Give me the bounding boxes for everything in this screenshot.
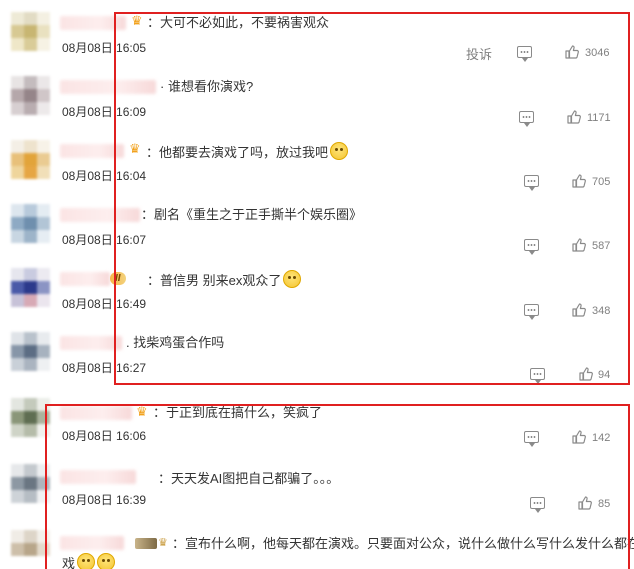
comment-item: ♛ ：大可不必如此，不要祸害观众 08月08日 16:05 投诉 3046	[0, 0, 634, 64]
reply-icon[interactable]	[524, 239, 539, 255]
username-blurred[interactable]	[60, 80, 156, 94]
username-blurred[interactable]	[60, 16, 126, 30]
like-count: 705	[592, 176, 611, 188]
comment-text: ：大可不必如此，不要祸害观众	[147, 15, 330, 30]
like-icon[interactable]	[572, 238, 586, 252]
comment-text: . 找柴鸡蛋合作吗	[126, 335, 225, 350]
comment-text: ：天天发AI图把自己都骗了。。。	[158, 471, 340, 486]
crown-badge-icon: ♛	[131, 13, 143, 28]
reply-icon[interactable]	[524, 175, 539, 191]
blush-emoji-icon	[97, 553, 116, 569]
comment-text: ：他都要去演戏了吗，放过我吧	[146, 142, 349, 162]
avatar[interactable]	[11, 398, 50, 437]
comment-text: ：宣布什么啊，他每天都在演戏。只要面对公众，说什么做什么写什么发什么都在演	[172, 536, 634, 551]
comment-time: 08月08日 16:09	[62, 105, 147, 119]
comment-text: ：剧名《重生之于正手撕半个娱乐圈》	[141, 207, 363, 222]
username-blurred[interactable]	[60, 406, 132, 420]
avatar[interactable]	[11, 530, 50, 568]
grin-emoji-icon	[330, 142, 349, 160]
comment-item: ：天天发AI图把自己都骗了。。。 08月08日 16:39 85	[0, 452, 634, 516]
comment-time: 08月08日 16:49	[62, 297, 147, 311]
comment-time: 08月08日 16:05	[62, 41, 147, 55]
like-count: 3046	[585, 47, 610, 59]
avatar[interactable]	[11, 204, 50, 243]
username-blurred[interactable]	[60, 208, 140, 222]
crown-badge-icon: ♛	[158, 537, 168, 549]
avatar[interactable]	[11, 76, 50, 115]
reply-icon[interactable]	[530, 497, 545, 513]
reply-icon[interactable]	[524, 304, 539, 320]
comment-text-body: ：他都要去演戏了吗，放过我吧	[146, 145, 329, 160]
like-count: 348	[592, 305, 611, 317]
crown-badge-icon: ♛	[136, 404, 148, 419]
comment-item: ♛ ：宣布什么啊，他每天都在演戏。只要面对公众，说什么做什么写什么发什么都在演 …	[0, 516, 634, 569]
username-blurred[interactable]	[60, 336, 122, 350]
comment-time: 08月08日 16:06	[62, 429, 147, 443]
reply-icon[interactable]	[524, 431, 539, 447]
comment-text-continued: 戏	[62, 553, 116, 569]
avatar[interactable]	[11, 268, 50, 307]
avatar[interactable]	[11, 12, 50, 51]
comment-time: 08月08日 16:07	[62, 233, 147, 247]
like-icon[interactable]	[572, 430, 586, 444]
avatar[interactable]	[11, 140, 50, 179]
reply-icon[interactable]	[519, 111, 534, 127]
like-count: 94	[598, 369, 611, 381]
comment-time: 08月08日 16:39	[62, 493, 147, 507]
like-icon[interactable]	[572, 303, 586, 317]
like-count: 1171	[587, 112, 611, 124]
blush-emoji-icon	[77, 553, 96, 569]
comment-text-body: ：普信男 别来ex观众了	[147, 273, 282, 288]
like-icon[interactable]	[567, 110, 581, 124]
comment-time: 08月08日 16:04	[62, 169, 147, 183]
comment-item: ♛ ：于正到底在搞什么，笑疯了 08月08日 16:06 142	[0, 386, 634, 450]
comment-item: ♛ ：他都要去演戏了吗，放过我吧 08月08日 16:04 705	[0, 128, 634, 192]
comment-text-body: 戏	[62, 556, 76, 569]
avatar[interactable]	[11, 464, 50, 503]
like-count: 85	[598, 498, 611, 510]
like-count: 142	[592, 432, 611, 444]
like-count: 587	[592, 240, 611, 252]
comment-time: 08月08日 16:27	[62, 361, 147, 375]
crown-badge-icon: ♛	[129, 141, 141, 156]
reply-icon[interactable]	[530, 368, 545, 384]
level-badge	[135, 538, 157, 549]
like-icon[interactable]	[572, 174, 586, 188]
like-icon[interactable]	[578, 496, 592, 510]
comment-text: · 谁想看你演戏?	[160, 79, 254, 94]
username-blurred[interactable]	[60, 470, 136, 484]
comment-item: ：剧名《重生之于正手撕半个娱乐圈》 08月08日 16:07 587	[0, 192, 634, 256]
comment-feed: ♛ ：大可不必如此，不要祸害观众 08月08日 16:05 投诉 3046 · …	[0, 0, 634, 569]
comment-item: · 谁想看你演戏? 08月08日 16:09 1171	[0, 64, 634, 128]
like-icon[interactable]	[579, 367, 593, 381]
username-blurred[interactable]	[60, 144, 124, 158]
vip-badge: II	[110, 272, 126, 285]
comment-item: II ：普信男 别来ex观众了 08月08日 16:49 348	[0, 256, 634, 320]
like-icon[interactable]	[565, 45, 579, 59]
comment-text: ：普信男 别来ex观众了	[147, 270, 302, 290]
avatar[interactable]	[11, 332, 50, 371]
reply-icon[interactable]	[517, 46, 532, 62]
username-blurred[interactable]	[60, 536, 124, 550]
comment-text: ：于正到底在搞什么，笑疯了	[153, 405, 323, 420]
comment-item: . 找柴鸡蛋合作吗 08月08日 16:27 94	[0, 320, 634, 384]
report-button[interactable]: 投诉	[466, 44, 492, 63]
smile-emoji-icon	[283, 270, 302, 288]
username-blurred[interactable]	[60, 272, 110, 286]
